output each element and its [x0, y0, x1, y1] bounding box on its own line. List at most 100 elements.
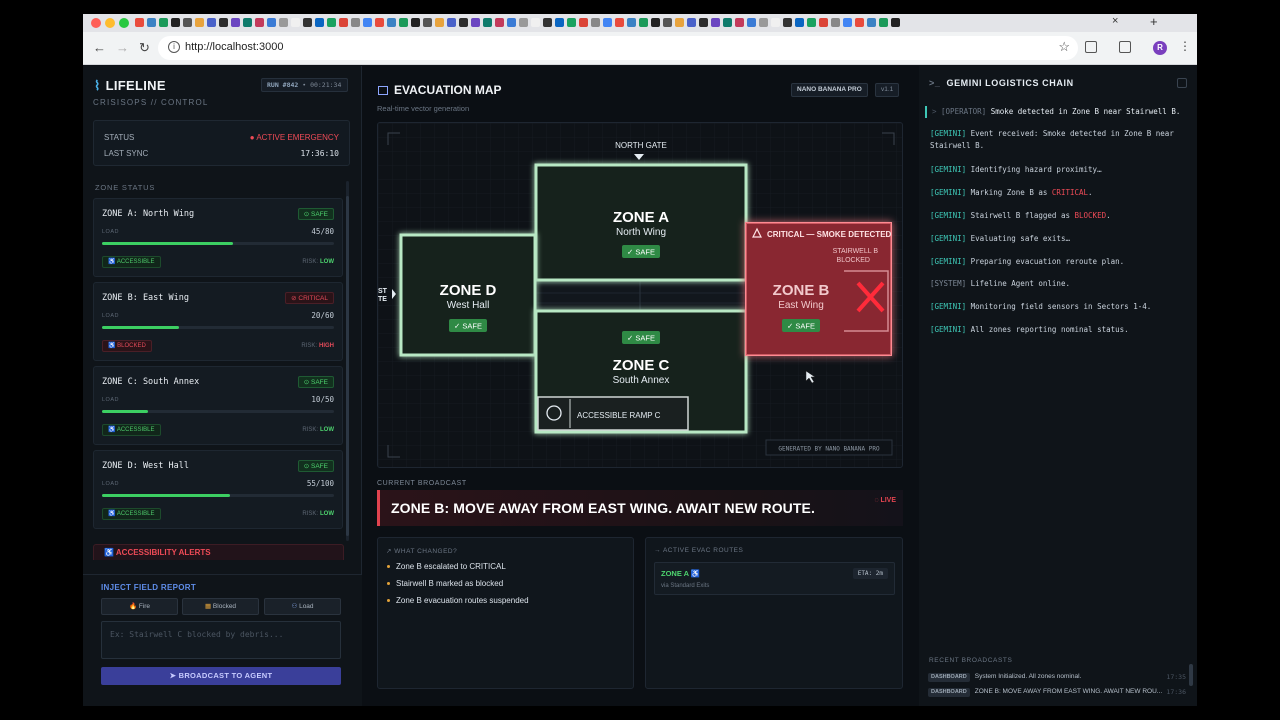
pinned-tab-favicon[interactable] [735, 18, 744, 27]
center-panel: EVACUATION MAP Real-time vector generati… [363, 66, 918, 706]
pinned-tab-favicon[interactable] [747, 18, 756, 27]
recent-broadcast-item[interactable]: DASHBOARD System Initialized. All zones n… [928, 673, 1190, 683]
pinned-tab-favicon[interactable] [495, 18, 504, 27]
pinned-tab-favicon[interactable] [639, 18, 648, 27]
pinned-tab-favicon[interactable] [555, 18, 564, 27]
pinned-tab-favicon[interactable] [867, 18, 876, 27]
pinned-tab-favicon[interactable] [363, 18, 372, 27]
recent-broadcast-item[interactable]: DASHBOARD ZONE B: MOVE AWAY FROM EAST WIN… [928, 688, 1190, 698]
load-button[interactable]: ⚇ Load [264, 598, 341, 615]
site-info-icon[interactable]: i [168, 41, 180, 53]
pinned-tab-favicon[interactable] [339, 18, 348, 27]
pinned-tab-favicon[interactable] [531, 18, 540, 27]
evacuation-map[interactable]: NORTH GATE ST TE ZONE A North Wing ✓ SAF… [377, 122, 903, 468]
pinned-tab-favicon[interactable] [879, 18, 888, 27]
back-icon[interactable]: ← [93, 40, 106, 55]
pinned-tab-favicon[interactable] [699, 18, 708, 27]
pinned-tab-favicon[interactable] [375, 18, 384, 27]
pinned-tab-favicon[interactable] [459, 18, 468, 27]
pinned-tab-favicon[interactable] [507, 18, 516, 27]
pinned-tab-favicon[interactable] [855, 18, 864, 27]
pinned-tab-favicon[interactable] [291, 18, 300, 27]
pinned-tab-favicon[interactable] [399, 18, 408, 27]
pinned-tab-favicon[interactable] [471, 18, 480, 27]
bookmark-star-icon[interactable]: ☆ [1058, 39, 1070, 55]
pinned-tab-favicon[interactable] [627, 18, 636, 27]
pinned-tab-favicon[interactable] [807, 18, 816, 27]
pinned-tab-favicon[interactable] [159, 18, 168, 27]
pinned-tab-favicon[interactable] [771, 18, 780, 27]
pinned-tab-favicon[interactable] [603, 18, 612, 27]
reload-icon[interactable]: ↻ [139, 40, 150, 56]
pinned-tab-favicon[interactable] [663, 18, 672, 27]
pinned-tab-favicon[interactable] [255, 18, 264, 27]
cast-icon[interactable] [1119, 41, 1131, 53]
pinned-tab-favicon[interactable] [543, 18, 552, 27]
pinned-tab-favicon[interactable] [483, 18, 492, 27]
generated-label: GENERATED BY NANO BANANA PRO [778, 446, 880, 453]
pinned-tab-favicon[interactable] [387, 18, 396, 27]
zone-card[interactable]: ZONE C: South Annex ⊙ SAFE LOAD 10/50 ♿ … [93, 366, 343, 445]
pinned-tab-favicon[interactable] [207, 18, 216, 27]
address-bar[interactable]: i http://localhost:3000 ☆ [158, 36, 1078, 60]
pinned-tab-favicon[interactable] [171, 18, 180, 27]
accessibility-alerts-header[interactable]: ♿ ACCESSIBILITY ALERTS [93, 544, 344, 560]
pinned-tab-favicon[interactable] [567, 18, 576, 27]
pinned-tab-favicon[interactable] [759, 18, 768, 27]
pinned-tab-favicon[interactable] [819, 18, 828, 27]
zone-card[interactable]: ZONE D: West Hall ⊙ SAFE LOAD 55/100 ♿ A… [93, 450, 343, 529]
pinned-tab-favicon[interactable] [519, 18, 528, 27]
pinned-tab-favicon[interactable] [147, 18, 156, 27]
tab-close-icon[interactable]: × [1112, 15, 1118, 27]
pinned-tab-favicon[interactable] [279, 18, 288, 27]
pinned-tab-favicon[interactable] [711, 18, 720, 27]
pinned-tab-favicon[interactable] [843, 18, 852, 27]
broadcast-scrollbar[interactable] [1189, 664, 1193, 686]
pinned-tab-favicon[interactable] [723, 18, 732, 27]
pinned-tab-favicon[interactable] [423, 18, 432, 27]
pinned-tab-favicon[interactable] [891, 18, 900, 27]
panel-settings-icon[interactable] [1177, 78, 1187, 88]
zone-card[interactable]: ZONE B: East Wing ⊘ CRITICAL LOAD 20/60 … [93, 282, 343, 361]
zone-list-scroll-thumb[interactable] [346, 196, 349, 536]
pinned-tab-favicon[interactable] [411, 18, 420, 27]
pinned-tab-favicon[interactable] [303, 18, 312, 27]
new-tab-button[interactable]: + [1150, 14, 1158, 29]
route-card[interactable]: ZONE A ♿ via Standard Exits ETA: 2m [654, 562, 895, 595]
pinned-tab-favicon[interactable] [243, 18, 252, 27]
minimize-window-button[interactable] [105, 18, 115, 28]
pinned-tab-favicon[interactable] [687, 18, 696, 27]
pinned-tab-favicon[interactable] [135, 18, 144, 27]
pinned-tab-favicon[interactable] [615, 18, 624, 27]
pinned-tab-favicon[interactable] [183, 18, 192, 27]
url-text[interactable]: http://localhost:3000 [185, 41, 283, 53]
pinned-tab-favicon[interactable] [435, 18, 444, 27]
pinned-tab-favicon[interactable] [783, 18, 792, 27]
pinned-tab-favicon[interactable] [315, 18, 324, 27]
browser-menu-icon[interactable]: ⋮ [1179, 39, 1191, 53]
pinned-tab-favicon[interactable] [831, 18, 840, 27]
pinned-tab-favicon[interactable] [795, 18, 804, 27]
profile-avatar[interactable]: R [1153, 41, 1167, 55]
maximize-window-button[interactable] [119, 18, 129, 28]
fire-button[interactable]: 🔥 Fire [101, 598, 178, 615]
broadcast-to-agent-button[interactable]: ➤ BROADCAST TO AGENT [101, 667, 341, 685]
pinned-tab-favicon[interactable] [579, 18, 588, 27]
pinned-tab-favicon[interactable] [231, 18, 240, 27]
forward-icon[interactable]: → [116, 40, 129, 55]
pinned-tab-favicon[interactable] [675, 18, 684, 27]
pinned-tab-favicon[interactable] [219, 18, 228, 27]
pinned-tab-favicon[interactable] [447, 18, 456, 27]
field-report-input[interactable] [101, 621, 341, 659]
pinned-tab-favicon[interactable] [651, 18, 660, 27]
pinned-tabs[interactable] [135, 17, 1135, 29]
close-window-button[interactable] [91, 18, 101, 28]
pinned-tab-favicon[interactable] [327, 18, 336, 27]
blocked-button[interactable]: ▦ Blocked [182, 598, 259, 615]
pinned-tab-favicon[interactable] [267, 18, 276, 27]
pinned-tab-favicon[interactable] [195, 18, 204, 27]
pinned-tab-favicon[interactable] [591, 18, 600, 27]
pinned-tab-favicon[interactable] [351, 18, 360, 27]
zone-card[interactable]: ZONE A: North Wing ⊙ SAFE LOAD 45/80 ♿ A… [93, 198, 343, 277]
extensions-icon[interactable] [1085, 41, 1097, 53]
